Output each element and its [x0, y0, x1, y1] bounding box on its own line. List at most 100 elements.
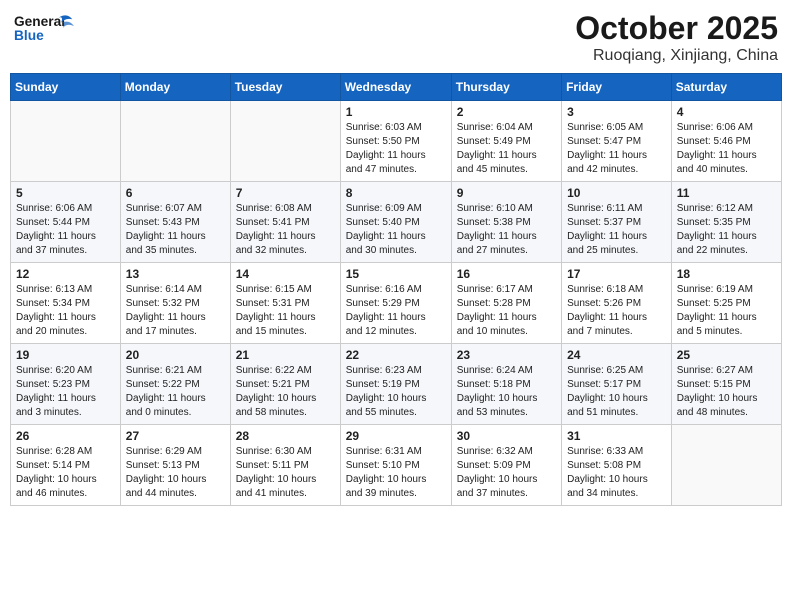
calendar-day-7: 7 Sunrise: 6:08 AM Sunset: 5:41 PM Daylig… [230, 182, 340, 263]
day-number: 12 [16, 267, 115, 281]
day-number: 18 [677, 267, 776, 281]
calendar-day-28: 28Sunrise: 6:30 AM Sunset: 5:11 PM Dayli… [230, 425, 340, 506]
page-header: General Blue October 2025 Ruoqiang, Xinj… [10, 10, 782, 65]
day-number: 5 [16, 186, 115, 200]
calendar-day-5: 5 Sunrise: 6:06 AM Sunset: 5:44 PM Daylig… [11, 182, 121, 263]
day-info: Sunrise: 6:23 AM Sunset: 5:19 PM Dayligh… [346, 364, 446, 420]
weekday-header-friday: Friday [562, 74, 672, 101]
day-info: Sunrise: 6:28 AM Sunset: 5:14 PM Dayligh… [16, 445, 115, 501]
day-number: 6 [126, 186, 225, 200]
day-info: Sunrise: 6:04 AM Sunset: 5:49 PM Dayligh… [457, 121, 556, 177]
calendar-day-20: 20 Sunrise: 6:21 AM Sunset: 5:22 PM Dayli… [120, 344, 230, 425]
calendar-day-27: 27 Sunrise: 6:29 AM Sunset: 5:13 PM Dayli… [120, 425, 230, 506]
day-info: Sunrise: 6:32 AM Sunset: 5:09 PM Dayligh… [457, 445, 556, 501]
calendar-week-1: 1Sunrise: 6:03 AM Sunset: 5:50 PM Daylig… [11, 101, 782, 182]
day-info: Sunrise: 6:03 AM Sunset: 5:50 PM Dayligh… [346, 121, 446, 177]
calendar-day-3: 3Sunrise: 6:05 AM Sunset: 5:47 PM Daylig… [562, 101, 672, 182]
day-number: 28 [236, 429, 335, 443]
day-number: 2 [457, 105, 556, 119]
day-number: 8 [346, 186, 446, 200]
month-title: October 2025 [575, 10, 778, 47]
calendar-day-29: 29Sunrise: 6:31 AM Sunset: 5:10 PM Dayli… [340, 425, 451, 506]
day-number: 27 [126, 429, 225, 443]
location: Ruoqiang, Xinjiang, China [575, 47, 778, 65]
calendar-week-5: 26 Sunrise: 6:28 AM Sunset: 5:14 PM Dayli… [11, 425, 782, 506]
day-info: Sunrise: 6:07 AM Sunset: 5:43 PM Dayligh… [126, 202, 225, 258]
day-info: Sunrise: 6:29 AM Sunset: 5:13 PM Dayligh… [126, 445, 225, 501]
day-info: Sunrise: 6:16 AM Sunset: 5:29 PM Dayligh… [346, 283, 446, 339]
svg-text:General: General [14, 14, 65, 29]
day-number: 7 [236, 186, 335, 200]
day-info: Sunrise: 6:19 AM Sunset: 5:25 PM Dayligh… [677, 283, 776, 339]
calendar-day-12: 12 Sunrise: 6:13 AM Sunset: 5:34 PM Dayli… [11, 263, 121, 344]
calendar-week-2: 5 Sunrise: 6:06 AM Sunset: 5:44 PM Daylig… [11, 182, 782, 263]
day-number: 17 [567, 267, 666, 281]
calendar-day-23: 23 Sunrise: 6:24 AM Sunset: 5:18 PM Dayli… [451, 344, 561, 425]
calendar-day-14: 14 Sunrise: 6:15 AM Sunset: 5:31 PM Dayli… [230, 263, 340, 344]
weekday-header-sunday: Sunday [11, 74, 121, 101]
day-info: Sunrise: 6:33 AM Sunset: 5:08 PM Dayligh… [567, 445, 666, 501]
calendar-day-15: 15 Sunrise: 6:16 AM Sunset: 5:29 PM Dayli… [340, 263, 451, 344]
day-info: Sunrise: 6:22 AM Sunset: 5:21 PM Dayligh… [236, 364, 335, 420]
day-number: 20 [126, 348, 225, 362]
weekday-header-row: SundayMondayTuesdayWednesdayThursdayFrid… [11, 74, 782, 101]
calendar-day-16: 16Sunrise: 6:17 AM Sunset: 5:28 PM Dayli… [451, 263, 561, 344]
calendar-day-30: 30Sunrise: 6:32 AM Sunset: 5:09 PM Dayli… [451, 425, 561, 506]
day-info: Sunrise: 6:05 AM Sunset: 5:47 PM Dayligh… [567, 121, 666, 177]
day-number: 26 [16, 429, 115, 443]
title-block: October 2025 Ruoqiang, Xinjiang, China [575, 10, 778, 65]
calendar-empty-cell [11, 101, 121, 182]
day-info: Sunrise: 6:06 AM Sunset: 5:44 PM Dayligh… [16, 202, 115, 258]
day-number: 31 [567, 429, 666, 443]
day-info: Sunrise: 6:15 AM Sunset: 5:31 PM Dayligh… [236, 283, 335, 339]
day-number: 4 [677, 105, 776, 119]
weekday-header-tuesday: Tuesday [230, 74, 340, 101]
logo: General Blue [14, 10, 74, 50]
calendar-week-3: 12 Sunrise: 6:13 AM Sunset: 5:34 PM Dayli… [11, 263, 782, 344]
calendar-day-10: 10 Sunrise: 6:11 AM Sunset: 5:37 PM Dayli… [562, 182, 672, 263]
day-number: 11 [677, 186, 776, 200]
day-info: Sunrise: 6:20 AM Sunset: 5:23 PM Dayligh… [16, 364, 115, 420]
day-info: Sunrise: 6:11 AM Sunset: 5:37 PM Dayligh… [567, 202, 666, 258]
day-number: 25 [677, 348, 776, 362]
calendar-day-17: 17 Sunrise: 6:18 AM Sunset: 5:26 PM Dayli… [562, 263, 672, 344]
calendar-week-4: 19 Sunrise: 6:20 AM Sunset: 5:23 PM Dayli… [11, 344, 782, 425]
weekday-header-thursday: Thursday [451, 74, 561, 101]
day-info: Sunrise: 6:24 AM Sunset: 5:18 PM Dayligh… [457, 364, 556, 420]
day-number: 29 [346, 429, 446, 443]
day-number: 23 [457, 348, 556, 362]
day-number: 19 [16, 348, 115, 362]
day-info: Sunrise: 6:21 AM Sunset: 5:22 PM Dayligh… [126, 364, 225, 420]
calendar-day-31: 31 Sunrise: 6:33 AM Sunset: 5:08 PM Dayli… [562, 425, 672, 506]
day-number: 15 [346, 267, 446, 281]
calendar-day-18: 18 Sunrise: 6:19 AM Sunset: 5:25 PM Dayli… [671, 263, 781, 344]
day-info: Sunrise: 6:09 AM Sunset: 5:40 PM Dayligh… [346, 202, 446, 258]
calendar-day-8: 8 Sunrise: 6:09 AM Sunset: 5:40 PM Daylig… [340, 182, 451, 263]
day-info: Sunrise: 6:06 AM Sunset: 5:46 PM Dayligh… [677, 121, 776, 177]
day-info: Sunrise: 6:14 AM Sunset: 5:32 PM Dayligh… [126, 283, 225, 339]
day-number: 24 [567, 348, 666, 362]
day-info: Sunrise: 6:13 AM Sunset: 5:34 PM Dayligh… [16, 283, 115, 339]
calendar-day-13: 13 Sunrise: 6:14 AM Sunset: 5:32 PM Dayli… [120, 263, 230, 344]
calendar-table: SundayMondayTuesdayWednesdayThursdayFrid… [10, 73, 782, 506]
day-number: 21 [236, 348, 335, 362]
day-number: 10 [567, 186, 666, 200]
svg-text:Blue: Blue [14, 28, 44, 43]
calendar-empty-cell [230, 101, 340, 182]
weekday-header-saturday: Saturday [671, 74, 781, 101]
day-number: 9 [457, 186, 556, 200]
day-info: Sunrise: 6:17 AM Sunset: 5:28 PM Dayligh… [457, 283, 556, 339]
day-info: Sunrise: 6:27 AM Sunset: 5:15 PM Dayligh… [677, 364, 776, 420]
day-info: Sunrise: 6:08 AM Sunset: 5:41 PM Dayligh… [236, 202, 335, 258]
calendar-empty-cell [120, 101, 230, 182]
calendar-day-1: 1Sunrise: 6:03 AM Sunset: 5:50 PM Daylig… [340, 101, 451, 182]
day-number: 14 [236, 267, 335, 281]
weekday-header-wednesday: Wednesday [340, 74, 451, 101]
day-info: Sunrise: 6:12 AM Sunset: 5:35 PM Dayligh… [677, 202, 776, 258]
day-number: 13 [126, 267, 225, 281]
calendar-day-9: 9Sunrise: 6:10 AM Sunset: 5:38 PM Daylig… [451, 182, 561, 263]
calendar-day-4: 4 Sunrise: 6:06 AM Sunset: 5:46 PM Daylig… [671, 101, 781, 182]
day-info: Sunrise: 6:18 AM Sunset: 5:26 PM Dayligh… [567, 283, 666, 339]
calendar-day-24: 24Sunrise: 6:25 AM Sunset: 5:17 PM Dayli… [562, 344, 672, 425]
calendar-day-21: 21 Sunrise: 6:22 AM Sunset: 5:21 PM Dayli… [230, 344, 340, 425]
